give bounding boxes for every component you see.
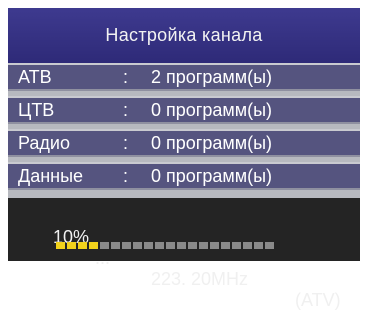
progress-segment-empty [133, 242, 142, 249]
progress-segment-empty [155, 242, 164, 249]
progress-segment-empty [188, 242, 197, 249]
scan-status-bar: 10% ... 223. 20MHz (ATV) [8, 198, 360, 310]
progress-segment-empty [100, 242, 109, 249]
row-separator: : [123, 166, 129, 186]
row-label: АТВ [18, 67, 52, 87]
row-dtv: ЦТВ : 0 программ(ы) [8, 96, 360, 124]
progress-segment-empty [177, 242, 186, 249]
progress-segment-empty [144, 242, 153, 249]
progress-segment-filled [56, 242, 65, 249]
row-value: 2 программ(ы) [151, 67, 273, 87]
row-atv: АТВ : 2 программ(ы) [8, 63, 360, 91]
panel-title: Настройка канала [105, 25, 263, 45]
scan-frequency: 223. 20MHz [151, 269, 249, 289]
scan-progress-bar [56, 242, 274, 249]
row-separator: : [123, 133, 129, 153]
row-radio: Радио : 0 программ(ы) [8, 129, 360, 157]
row-value: 0 программ(ы) [151, 100, 273, 120]
progress-segment-empty [221, 242, 230, 249]
progress-segment-filled [78, 242, 87, 249]
row-data: Данные : 0 программ(ы) [8, 162, 360, 190]
title-bar: Настройка канала [8, 8, 360, 63]
progress-segment-filled [67, 242, 76, 249]
progress-segment-empty [122, 242, 131, 249]
channel-tuning-panel: Настройка канала АТВ : 2 программ(ы) ЦТВ… [8, 8, 360, 310]
progress-segment-empty [166, 242, 175, 249]
row-label: ЦТВ [18, 100, 55, 120]
row-value: 0 программ(ы) [151, 166, 273, 186]
row-separator: : [123, 100, 129, 120]
scan-status-text: 10% ... 223. 20MHz (ATV) [8, 206, 360, 332]
row-label: Данные [18, 166, 84, 186]
progress-segment-empty [254, 242, 263, 249]
progress-segment-empty [232, 242, 241, 249]
progress-segment-empty [265, 242, 274, 249]
row-value: 0 программ(ы) [151, 133, 273, 153]
progress-segment-empty [111, 242, 120, 249]
scan-mode: (ATV) [295, 290, 341, 310]
row-separator: : [123, 67, 129, 87]
row-label: Радио [18, 133, 70, 153]
progress-segment-empty [210, 242, 219, 249]
progress-segment-empty [243, 242, 252, 249]
progress-segment-filled [89, 242, 98, 249]
scan-ellipsis: ... [95, 248, 111, 268]
progress-segment-empty [199, 242, 208, 249]
